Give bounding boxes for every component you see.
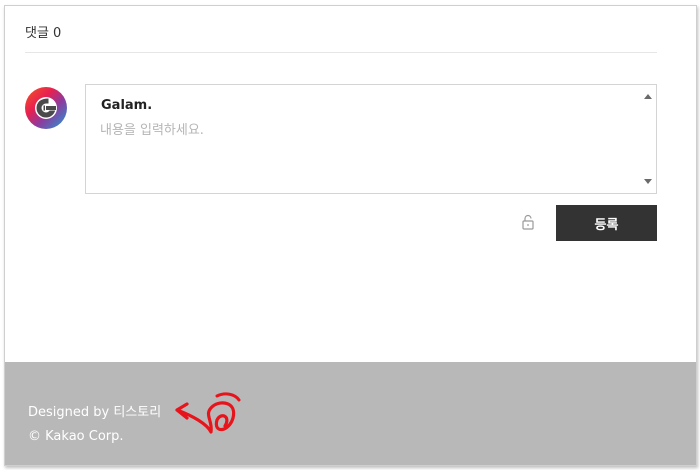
- header-divider: [25, 52, 657, 53]
- scroll-up-arrow-icon[interactable]: [644, 94, 652, 99]
- footer: Designed by 티스토리 © Kakao Corp.: [5, 362, 696, 465]
- galam-logo-icon: [25, 87, 67, 129]
- unlock-icon[interactable]: [521, 214, 535, 230]
- red-scribble-arrow-icon: [175, 392, 241, 434]
- author-name: Galam.: [101, 98, 153, 113]
- comment-count-header: 댓글 0: [25, 26, 62, 41]
- footer-designed-by[interactable]: Designed by 티스토리: [28, 401, 161, 420]
- submit-button[interactable]: 등록: [556, 205, 657, 241]
- comment-box: Galam.: [85, 84, 657, 194]
- footer-copyright: © Kakao Corp.: [28, 429, 124, 444]
- page-frame: 댓글 0 Galam. 등록 Designed by 티스토리: [4, 5, 697, 466]
- comment-input[interactable]: [100, 119, 630, 179]
- scroll-down-arrow-icon[interactable]: [644, 179, 652, 184]
- comment-scrollbar[interactable]: [640, 85, 656, 193]
